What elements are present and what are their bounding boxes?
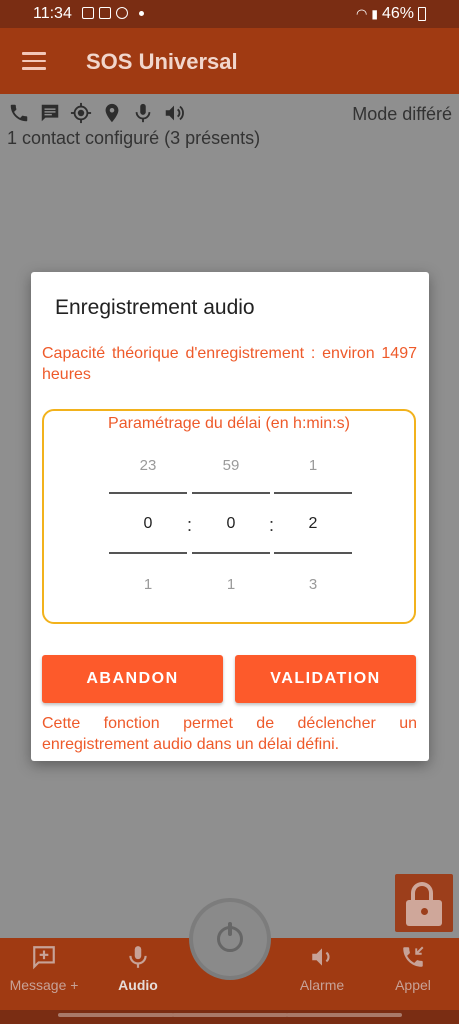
microphone-icon	[132, 102, 154, 124]
nav-appel[interactable]: Appel	[386, 944, 440, 993]
speaker-icon	[290, 944, 354, 977]
system-nav-bar	[0, 1010, 459, 1024]
power-button[interactable]	[193, 902, 267, 976]
nav-alarme[interactable]: Alarme	[290, 944, 354, 993]
speaker-icon	[163, 102, 185, 124]
status-bar: 11:34 ◠ ▮ 46%	[0, 0, 459, 28]
status-icons-row	[8, 102, 185, 124]
function-description: Cette fonction permet de déclencher un e…	[42, 715, 417, 753]
seconds-picker[interactable]: 1 2 3	[274, 449, 352, 599]
clock: 11:34	[33, 5, 72, 22]
audio-recording-dialog: Enregistrement audio Capacité théorique …	[31, 272, 429, 761]
hamburger-menu-icon[interactable]	[22, 52, 46, 70]
notification-icons	[82, 7, 144, 19]
nav-audio[interactable]: Audio	[110, 944, 166, 993]
signal-icon: ▮	[371, 7, 378, 21]
more-notifications-icon	[139, 11, 144, 16]
wifi-icon: ◠	[356, 6, 368, 21]
battery-percent: 46%	[381, 5, 414, 22]
app-bar: SOS Universal	[0, 28, 459, 94]
gps-target-icon	[70, 102, 92, 124]
message-icon	[39, 102, 61, 124]
nav-label: Message +	[9, 977, 79, 993]
validation-button[interactable]: VALIDATION	[235, 655, 416, 703]
nav-message-plus[interactable]: Message +	[6, 944, 82, 993]
app-title: SOS Universal	[86, 49, 238, 74]
recent-apps-bar[interactable]	[58, 1013, 174, 1017]
home-bar[interactable]	[172, 1013, 288, 1017]
hours-picker[interactable]: 23 0 1	[109, 449, 187, 599]
delay-settings-box: Paramétrage du délai (en h:min:s) 23 0 1…	[42, 409, 416, 624]
seconds-next-value[interactable]: 3	[274, 576, 352, 593]
nav-label: Appel	[395, 977, 431, 993]
system-status: ◠ ▮ 46%	[356, 5, 426, 23]
battery-icon	[418, 7, 426, 21]
lock-button[interactable]	[395, 874, 453, 932]
dialog-title: Enregistrement audio	[55, 296, 255, 319]
phone-call-icon	[386, 944, 440, 977]
hours-value[interactable]: 0	[109, 515, 187, 533]
abandon-button[interactable]: ABANDON	[42, 655, 223, 703]
mode-label: Mode différé	[352, 104, 452, 124]
microphone-icon	[110, 944, 166, 977]
whatsapp-icon	[116, 7, 128, 19]
add-message-icon	[6, 944, 82, 977]
location-pin-icon	[101, 102, 123, 124]
hours-next-value[interactable]: 1	[109, 576, 187, 593]
minutes-next-value[interactable]: 1	[192, 576, 270, 593]
delay-settings-label: Paramétrage du délai (en h:min:s)	[108, 415, 350, 432]
hours-prev-value[interactable]: 23	[109, 457, 187, 474]
gallery-icon	[82, 7, 94, 19]
nav-label: Audio	[118, 977, 158, 993]
nav-label: Alarme	[299, 977, 345, 993]
minutes-value[interactable]: 0	[192, 515, 270, 533]
back-bar[interactable]	[286, 1013, 402, 1017]
capacity-text: Capacité théorique d'enregistrement : en…	[42, 345, 417, 383]
seconds-prev-value[interactable]: 1	[274, 457, 352, 474]
seconds-value[interactable]: 2	[274, 515, 352, 533]
minutes-prev-value[interactable]: 59	[192, 457, 270, 474]
contact-status: 1 contact configuré (3 présents)	[7, 128, 261, 148]
news-icon	[99, 7, 111, 19]
minutes-picker[interactable]: 59 0 1	[192, 449, 270, 599]
phone-icon	[8, 102, 30, 124]
